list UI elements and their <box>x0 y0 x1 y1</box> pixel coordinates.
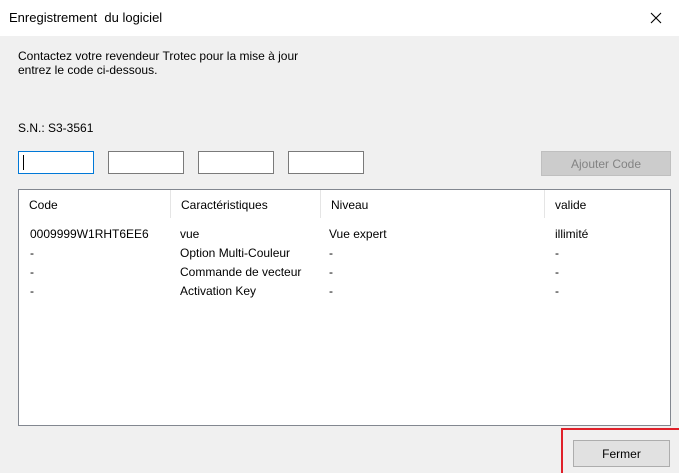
instruction-line-1: Contactez votre revendeur Trotec pour la… <box>18 49 299 63</box>
column-header-level[interactable]: Niveau <box>321 190 545 218</box>
cell-valid: - <box>555 265 559 279</box>
cell-level: - <box>329 246 333 260</box>
serial-number: S.N.: S3-3561 <box>18 121 94 135</box>
cell-code: 0009999W1RHT6EE6 <box>30 227 149 241</box>
cell-code: - <box>30 246 34 260</box>
table-header: Code Caractéristiques Niveau valide <box>19 190 670 218</box>
cell-feature: Activation Key <box>180 284 257 298</box>
cell-valid: - <box>555 246 559 260</box>
cell-feature: Option Multi-Couleur <box>180 246 291 260</box>
table-row[interactable]: - Activation Key - - <box>19 282 670 301</box>
column-label: valide <box>555 198 587 212</box>
code-input-2[interactable] <box>108 151 184 174</box>
add-code-button[interactable]: Ajouter Code <box>541 151 671 176</box>
table-row[interactable]: - Option Multi-Couleur - - <box>19 244 670 263</box>
window-title: Enregistrement du logiciel <box>9 10 163 25</box>
close-button[interactable]: Fermer <box>573 440 670 467</box>
cell-level: - <box>329 265 333 279</box>
table-row[interactable]: 0009999W1RHT6EE6 vue Vue expert illimité <box>19 225 670 244</box>
cell-feature: vue <box>180 227 200 241</box>
cell-valid: - <box>555 284 559 298</box>
code-input-4[interactable] <box>288 151 364 174</box>
text-caret <box>23 155 24 170</box>
column-label: Code <box>29 198 58 212</box>
code-input-3[interactable] <box>198 151 274 174</box>
cell-level: - <box>329 284 333 298</box>
instruction-line-2: entrez le code ci-dessous. <box>18 63 158 77</box>
code-input-1[interactable] <box>18 151 94 174</box>
column-header-features[interactable]: Caractéristiques <box>171 190 321 218</box>
close-icon <box>650 12 662 24</box>
registration-dialog: Enregistrement du logiciel Contactez vot… <box>0 0 679 473</box>
cell-code: - <box>30 265 34 279</box>
title-bar: Enregistrement du logiciel <box>0 0 679 36</box>
window-close-button[interactable] <box>633 0 679 36</box>
cell-level: Vue expert <box>329 227 387 241</box>
cell-valid: illimité <box>555 227 589 241</box>
column-header-code[interactable]: Code <box>19 190 171 218</box>
table-row[interactable]: - Commande de vecteur - - <box>19 263 670 282</box>
column-label: Caractéristiques <box>181 198 268 212</box>
cell-feature: Commande de vecteur <box>180 265 302 279</box>
column-label: Niveau <box>331 198 369 212</box>
cell-code: - <box>30 284 34 298</box>
license-table[interactable]: Code Caractéristiques Niveau valide 0009… <box>18 189 671 426</box>
column-header-valid[interactable]: valide <box>545 190 670 218</box>
